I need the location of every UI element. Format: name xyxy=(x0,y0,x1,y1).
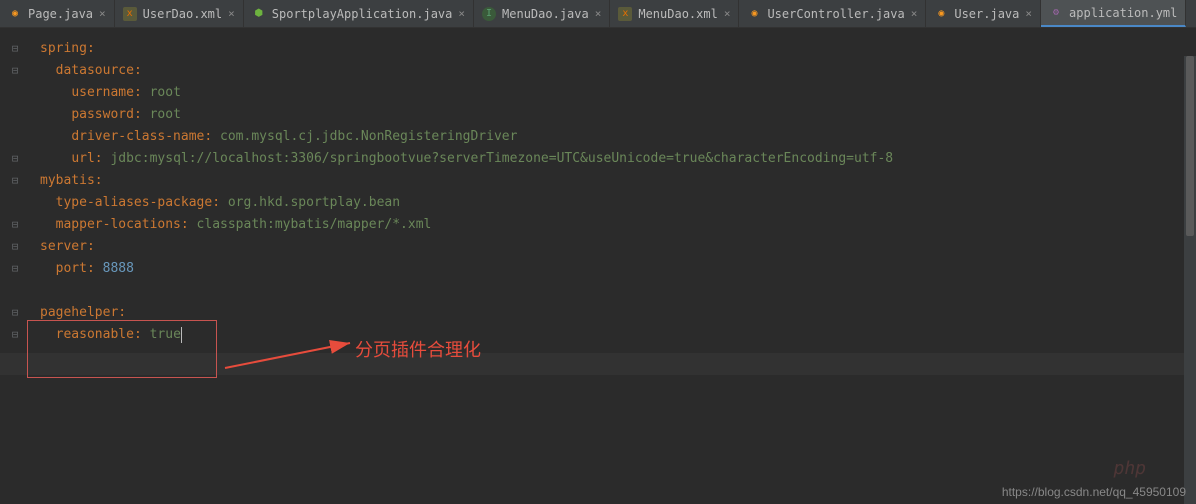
code-line: datasource: xyxy=(40,60,1196,82)
tab-label: application.yml xyxy=(1069,6,1177,20)
code-line: port: 8888 xyxy=(40,258,1196,280)
code-line: password: root xyxy=(40,104,1196,126)
code-line: username: root xyxy=(40,82,1196,104)
java-icon: ◉ xyxy=(8,7,22,21)
close-icon[interactable]: × xyxy=(911,7,918,20)
close-icon[interactable]: × xyxy=(99,7,106,20)
tab-sportplay-app[interactable]: ⬢ SportplayApplication.java × xyxy=(244,0,474,27)
yml-icon: ⚙ xyxy=(1049,6,1063,20)
close-icon[interactable]: × xyxy=(228,7,235,20)
tab-label: UserController.java xyxy=(767,7,904,21)
tab-page-java[interactable]: ◉ Page.java × xyxy=(0,0,115,27)
code-line: mapper-locations: classpath:mybatis/mapp… xyxy=(40,214,1196,236)
tab-label: MenuDao.xml xyxy=(638,7,717,21)
logo-watermark: php xyxy=(1113,458,1146,479)
url-watermark: https://blog.csdn.net/qq_45950109 xyxy=(1002,485,1186,499)
code-line: pagehelper: xyxy=(40,302,1196,324)
xml-icon: x xyxy=(123,7,137,21)
code-content[interactable]: spring: datasource: username: root passw… xyxy=(0,38,1196,346)
editor-tab-bar: ◉ Page.java × x UserDao.xml × ⬢ Sportpla… xyxy=(0,0,1196,28)
close-icon[interactable]: × xyxy=(1025,7,1032,20)
xml-icon: x xyxy=(618,7,632,21)
tab-menudao-java[interactable]: I MenuDao.java × xyxy=(474,0,610,27)
text-cursor xyxy=(181,327,182,343)
tab-label: SportplayApplication.java xyxy=(272,7,453,21)
tab-usercontroller[interactable]: ◉ UserController.java × xyxy=(739,0,926,27)
code-line: url: jdbc:mysql://localhost:3306/springb… xyxy=(40,148,1196,170)
tab-application-yml[interactable]: ⚙ application.yml xyxy=(1041,0,1186,27)
current-line-highlight xyxy=(0,353,1196,375)
interface-icon: I xyxy=(482,7,496,21)
code-line xyxy=(40,280,1196,302)
tab-label: Page.java xyxy=(28,7,93,21)
tab-label: User.java xyxy=(954,7,1019,21)
code-line: server: xyxy=(40,236,1196,258)
code-line: mybatis: xyxy=(40,170,1196,192)
code-line: reasonable: true xyxy=(40,324,1196,346)
code-line: driver-class-name: com.mysql.cj.jdbc.Non… xyxy=(40,126,1196,148)
tab-label: MenuDao.java xyxy=(502,7,589,21)
tab-user-java[interactable]: ◉ User.java × xyxy=(926,0,1041,27)
code-line: spring: xyxy=(40,38,1196,60)
spring-icon: ⬢ xyxy=(252,7,266,21)
tab-label: UserDao.xml xyxy=(143,7,222,21)
close-icon[interactable]: × xyxy=(595,7,602,20)
close-icon[interactable]: × xyxy=(458,7,465,20)
tab-userdao-xml[interactable]: x UserDao.xml × xyxy=(115,0,244,27)
code-editor[interactable]: ⊟ ⊟ ⊟ ⊟ ⊟ ⊟ ⊟ ⊟ ⊟ spring: datasource: us… xyxy=(0,28,1196,504)
close-icon[interactable]: × xyxy=(724,7,731,20)
code-line: type-aliases-package: org.hkd.sportplay.… xyxy=(40,192,1196,214)
tab-menudao-xml[interactable]: x MenuDao.xml × xyxy=(610,0,739,27)
java-icon: ◉ xyxy=(747,7,761,21)
java-icon: ◉ xyxy=(934,7,948,21)
